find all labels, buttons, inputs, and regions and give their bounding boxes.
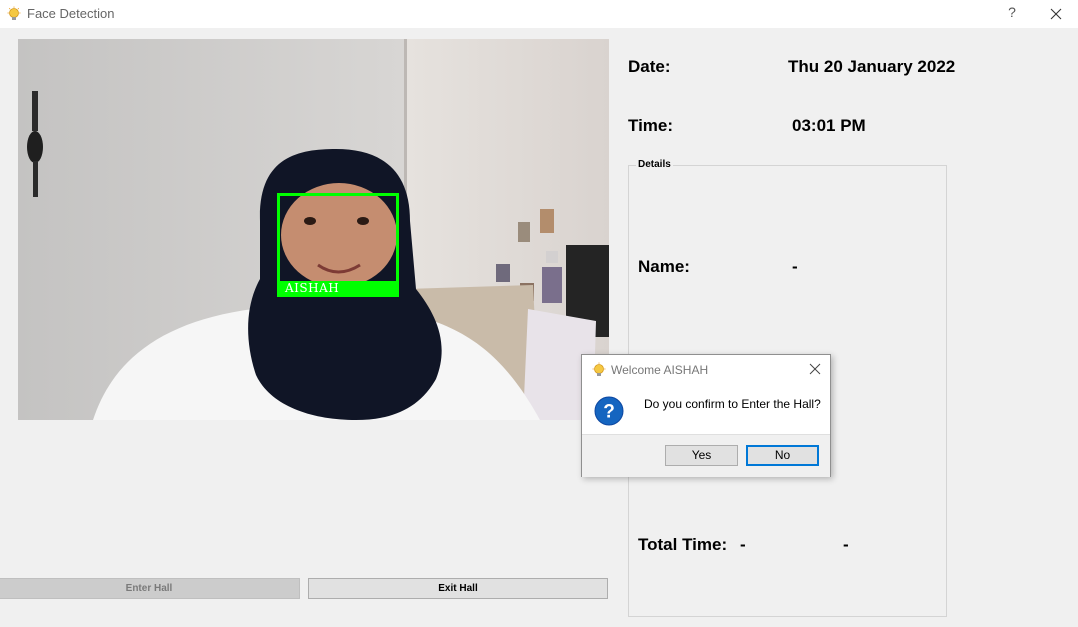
no-button[interactable]: No bbox=[746, 445, 819, 466]
date-label: Date: bbox=[628, 57, 671, 76]
time-value: 03:01 PM bbox=[792, 116, 866, 135]
close-icon[interactable] bbox=[1047, 5, 1065, 23]
face-label: AISHAH bbox=[285, 281, 340, 295]
lightbulb-icon bbox=[592, 362, 606, 376]
total-time-value: - bbox=[740, 535, 746, 554]
dialog-title: Welcome AISHAH bbox=[611, 363, 709, 377]
name-label: Name: bbox=[638, 257, 690, 276]
dialog-title-bar: Welcome AISHAH bbox=[582, 355, 830, 385]
svg-text:?: ? bbox=[603, 402, 615, 423]
total-time-label: Total Time: bbox=[638, 535, 728, 554]
close-icon[interactable] bbox=[809, 363, 821, 375]
exit-hall-button[interactable]: Exit Hall bbox=[308, 578, 608, 599]
question-icon: ? bbox=[594, 396, 624, 426]
dialog-message: Do you confirm to Enter the Hall? bbox=[644, 397, 821, 411]
dialog-footer: Yes No bbox=[582, 434, 830, 477]
date-value: Thu 20 January 2022 bbox=[788, 57, 956, 76]
name-value: - bbox=[792, 257, 798, 276]
dialog-body: ? Do you confirm to Enter the Hall? bbox=[582, 385, 830, 434]
yes-button[interactable]: Yes bbox=[665, 445, 738, 466]
time-label: Time: bbox=[628, 116, 674, 135]
camera-image bbox=[18, 39, 609, 420]
help-button[interactable]: ? bbox=[1005, 4, 1019, 20]
confirm-dialog: Welcome AISHAH ? Do you confirm to Enter… bbox=[581, 354, 831, 477]
title-bar: Face Detection ? bbox=[0, 0, 1078, 28]
total-time-value-2: - bbox=[843, 535, 849, 554]
lightbulb-icon bbox=[7, 6, 21, 20]
details-title: Details bbox=[636, 159, 673, 170]
camera-feed: AISHAH bbox=[18, 39, 609, 420]
window-title: Face Detection bbox=[27, 6, 115, 21]
enter-hall-button[interactable]: Enter Hall bbox=[0, 578, 300, 599]
